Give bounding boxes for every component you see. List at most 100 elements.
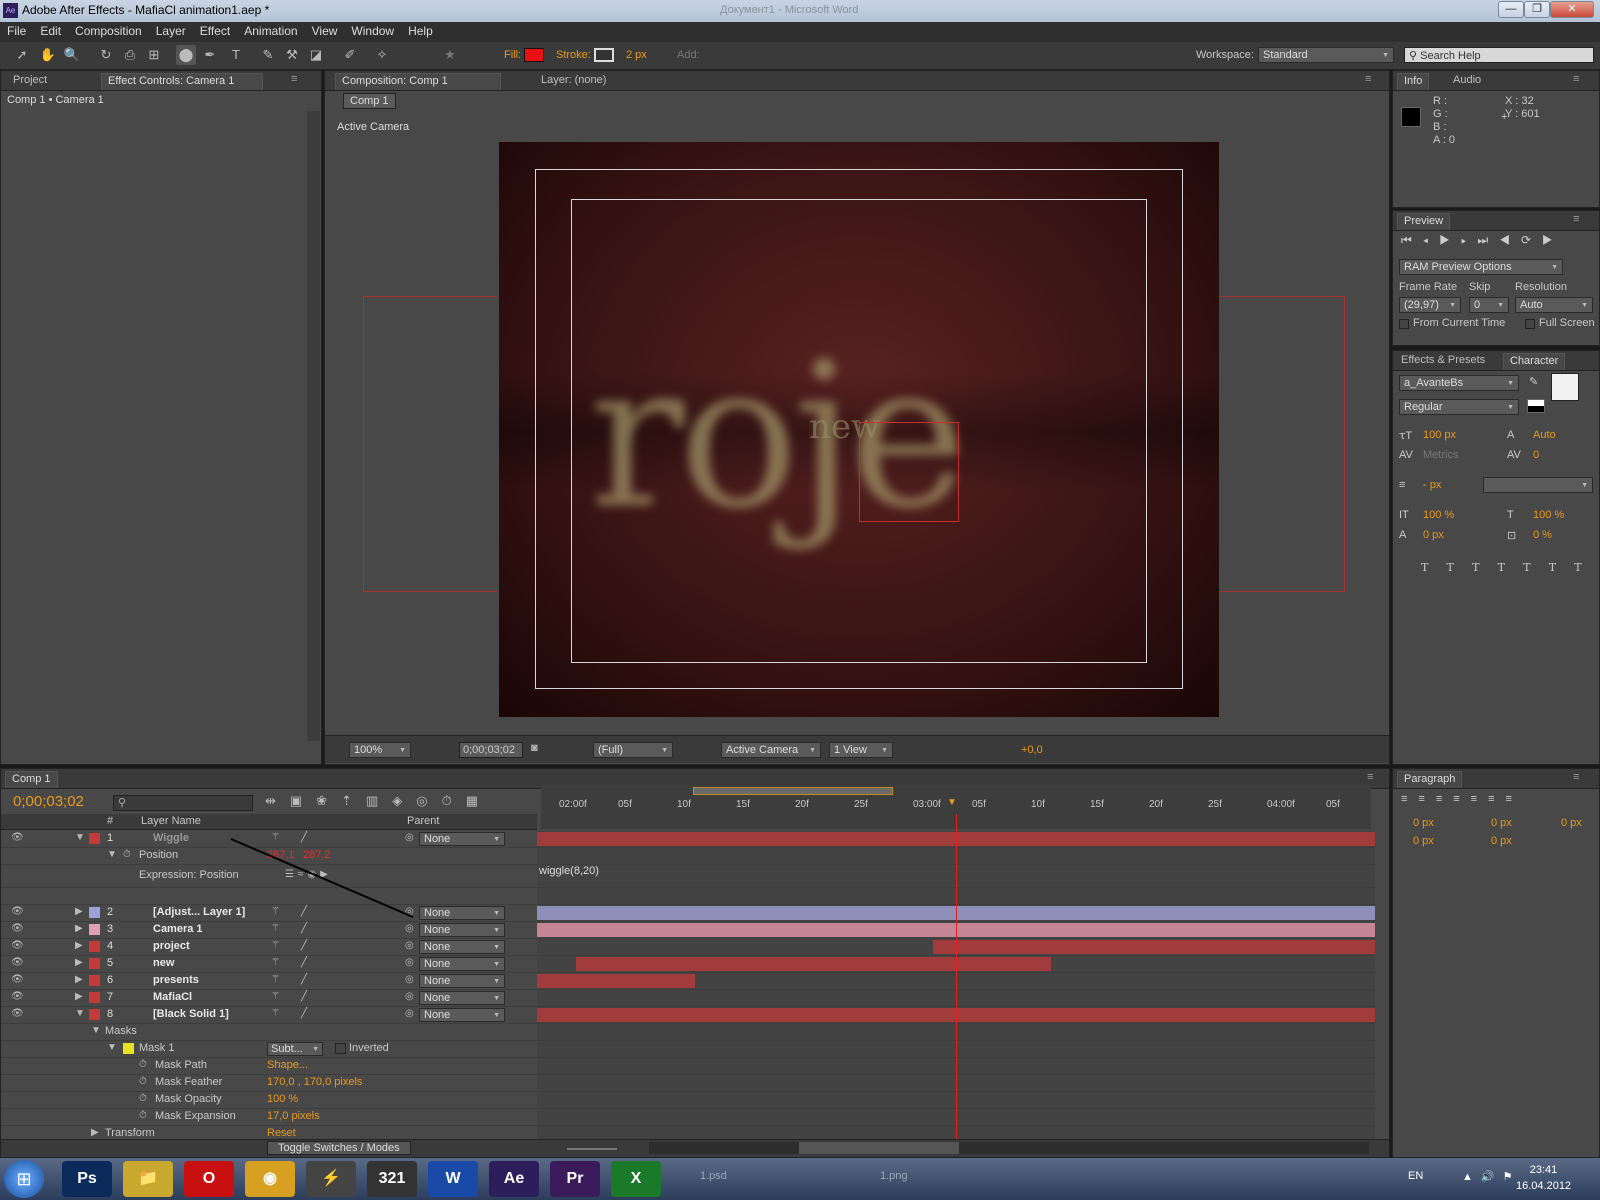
shy-switch-icon[interactable]: ⚚ [271,974,280,985]
mask-color-swatch[interactable] [123,1043,134,1054]
expand-arrow-icon[interactable]: ▼ [75,832,85,843]
pickwhip-icon[interactable]: ◎ [405,1008,414,1019]
skip-dropdown[interactable]: 0 [1469,297,1509,313]
font-size-value[interactable]: 100 px [1423,429,1456,441]
timeline-current-time[interactable]: 0;00;03;02 [13,793,84,810]
ram-preview-options-dropdown[interactable]: RAM Preview Options [1399,259,1563,275]
frame-rate-dropdown[interactable]: (29,97) [1399,297,1461,313]
current-time-field[interactable]: 0;00;03;02 [459,742,523,758]
stroke-swatch[interactable] [594,48,614,62]
stopwatch-icon[interactable]: ⏱ [123,849,131,860]
quality-switch-icon[interactable]: ╱ [301,1008,307,1019]
expand-arrow-icon[interactable]: ▼ [107,849,117,860]
parent-dropdown[interactable]: None [419,1008,505,1022]
horizontal-scrollbar[interactable] [649,1142,1369,1154]
text-style-buttons[interactable]: TTTTTTT [1421,561,1600,574]
panel-menu-icon[interactable]: ≡ [1573,771,1579,783]
menu-view[interactable]: View [305,22,345,38]
quality-switch-icon[interactable]: ╱ [301,957,307,968]
from-current-time-checkbox[interactable] [1399,319,1409,329]
pickwhip-icon[interactable]: ◎ [405,940,414,951]
expand-arrow-icon[interactable]: ▼ [75,1008,85,1019]
kerning-value[interactable]: Metrics [1423,449,1458,461]
layer-name[interactable]: [Black Solid 1] [153,1008,229,1020]
pickwhip-icon[interactable]: ◎ [405,974,414,985]
layer-duration-bar[interactable] [537,974,695,988]
indent-right-value[interactable]: 0 px [1561,817,1582,829]
full-screen-checkbox[interactable] [1525,319,1535,329]
fill-color-swatch[interactable] [1551,373,1579,401]
font-family-dropdown[interactable]: a_AvanteBs [1399,375,1519,391]
pickwhip-icon[interactable]: ◎ [405,957,414,968]
taskbar-app-icon[interactable]: Ps [62,1161,112,1197]
last-frame-icon[interactable]: ⏭ [1477,233,1499,247]
tab-audio[interactable]: Audio [1447,73,1487,90]
layer-row[interactable]: 👁 ▶ 5 new ⚚ ╱ ◎ None [1,956,537,973]
alignment-buttons[interactable]: ≡≡≡≡≡≡≡ [1401,793,1523,805]
stroke-type-dropdown[interactable] [1483,477,1593,493]
timeline-switch-buttons[interactable]: ⇹▣❀⇡▥◈◎⏱▦ [265,793,492,809]
shy-switch-icon[interactable]: ⚚ [271,957,280,968]
taskbar-window-thumbnail[interactable]: 1.psd [700,1170,727,1182]
expand-arrow-icon[interactable]: ▶ [75,923,83,934]
panel-menu-icon[interactable]: ≡ [1573,213,1579,225]
visibility-eye-icon[interactable]: 👁 [11,991,24,1002]
work-area-bar[interactable] [693,787,893,795]
visibility-eye-icon[interactable]: 👁 [11,957,24,968]
layer-name[interactable]: Camera 1 [153,923,203,935]
indent-first-value[interactable]: 0 px [1491,817,1512,829]
parent-dropdown[interactable]: None [419,832,505,846]
panel-menu-icon[interactable]: ≡ [1365,73,1371,85]
composition-canvas[interactable]: roje new [499,142,1219,717]
minimize-button[interactable]: — [1498,1,1524,18]
mask-name[interactable]: Mask 1 [139,1042,174,1054]
parent-dropdown[interactable]: None [419,940,505,954]
ellipse-tool-icon[interactable]: ⬤ [176,45,196,65]
exposure-value[interactable]: +0,0 [1021,744,1043,756]
menu-window[interactable]: Window [344,22,401,38]
mask-property-row[interactable]: ⏱ Mask Feather 170,0 , 170,0 pixels [1,1075,537,1092]
taskbar-app-icon[interactable]: X [611,1161,661,1197]
menu-file[interactable]: File [0,22,33,38]
quality-switch-icon[interactable]: ╱ [301,991,307,1002]
fill-swatch[interactable] [524,48,544,62]
taskbar-app-icon[interactable]: Pr [550,1161,600,1197]
expand-arrow-icon[interactable]: ▶ [75,940,83,951]
layer-name[interactable]: presents [153,974,199,986]
loop-icon[interactable]: ⟳ [1521,233,1542,247]
vertical-scrollbar[interactable] [307,111,320,741]
layer-name[interactable]: new [153,957,174,969]
3d-view-dropdown[interactable]: Active Camera [721,742,821,758]
zoom-slider[interactable] [567,1148,617,1150]
close-button[interactable]: ✕ [1550,1,1594,18]
taskbar-app-icon[interactable]: ⚡ [306,1161,356,1197]
resolution-dropdown[interactable]: (Full) [593,742,673,758]
visibility-eye-icon[interactable]: 👁 [11,923,24,934]
magnification-dropdown[interactable]: 100% [349,742,411,758]
label-color-swatch[interactable] [89,907,100,918]
leading-value[interactable]: Auto [1533,429,1556,441]
taskbar-app-icon[interactable]: O [184,1161,234,1197]
expand-arrow-icon[interactable]: ▶ [75,906,83,917]
menu-effect[interactable]: Effect [193,22,237,38]
panel-menu-icon[interactable]: ≡ [1573,73,1579,85]
workspace-dropdown[interactable]: Standard [1258,47,1394,63]
type-tool-icon[interactable]: T [226,45,246,65]
start-button[interactable]: ⊞ [4,1160,44,1198]
view-layout-dropdown[interactable]: 1 View [829,742,893,758]
mask-property-row[interactable]: ⏱ Mask Expansion 17,0 pixels [1,1109,537,1126]
quality-switch-icon[interactable]: ╱ [301,974,307,985]
shy-switch-icon[interactable]: ⚚ [271,991,280,1002]
stopwatch-icon[interactable]: ⏱ [139,1059,147,1070]
masks-group-row[interactable]: ▼ Masks [1,1024,537,1041]
layer-duration-bar[interactable] [575,957,1051,971]
menu-animation[interactable]: Animation [237,22,304,38]
play-icon[interactable]: ▶ [1439,233,1461,247]
label-color-swatch[interactable] [89,958,100,969]
tray-icons[interactable]: ▲🔊⚑ [1462,1170,1520,1183]
layer-row[interactable]: 👁 ▶ 7 MafiaCl ⚚ ╱ ◎ None [1,990,537,1007]
tab-info[interactable]: Info [1397,73,1430,90]
pickwhip-icon[interactable]: ◎ [405,991,414,1002]
playhead-icon[interactable]: ▼ [947,797,957,808]
preview-resolution-dropdown[interactable]: Auto [1515,297,1593,313]
